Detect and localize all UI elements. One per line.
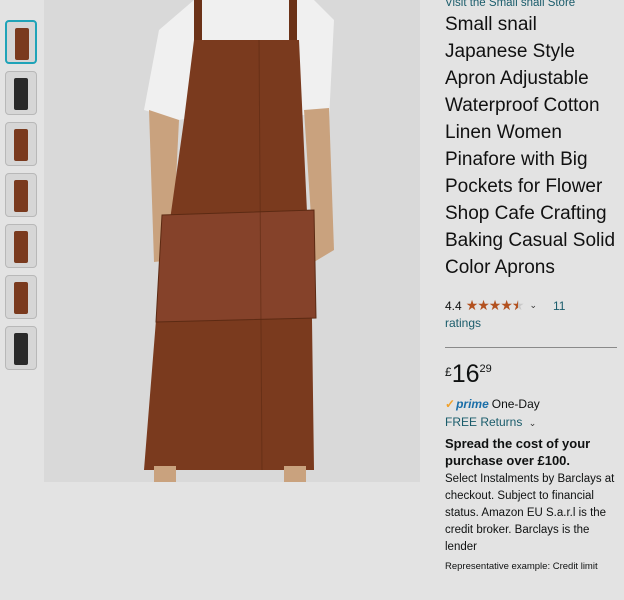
thumbnail-1[interactable] <box>5 20 37 64</box>
instalments-headline: Spread the cost of your purchase over £1… <box>445 436 591 468</box>
price-currency: £ <box>445 365 452 379</box>
representative-example: Representative example: Credit limit <box>445 561 598 572</box>
rating-value: 4.4 <box>445 298 462 313</box>
rating-stars[interactable]: ★★★★★★ <box>466 297 525 314</box>
instalments-detail: Select Instalments by Barclays at checko… <box>445 473 615 553</box>
price-whole: 16 <box>451 360 480 388</box>
thumbnail-strip <box>5 20 41 377</box>
prime-check-icon: ✓ <box>445 397 456 411</box>
product-title: Small snail Japanese Style Apron Adjusta… <box>445 14 616 278</box>
thumbnail-6[interactable] <box>5 275 37 319</box>
ratings-label[interactable]: ratings <box>445 316 621 330</box>
divider <box>445 347 617 348</box>
ratings-count[interactable]: 11 <box>553 299 565 313</box>
thumbnail-4[interactable] <box>5 173 37 217</box>
apron-illustration <box>144 0 334 482</box>
rating-row: 4.4 ★★★★★★ ⌄ 11 <box>445 297 621 314</box>
price: £ 16 29 <box>445 362 621 387</box>
product-info: Visit the Small snail Store Small snail … <box>445 0 621 572</box>
main-product-image[interactable] <box>44 0 420 482</box>
prime-logo: prime <box>456 397 489 411</box>
price-fraction: 29 <box>479 363 492 375</box>
prime-text: One-Day <box>491 397 540 411</box>
prime-delivery[interactable]: ✓ prime One-Day <box>445 397 621 411</box>
thumbnail-2[interactable] <box>5 71 37 115</box>
store-link[interactable]: Visit the Small snail Store <box>445 0 621 10</box>
free-returns[interactable]: FREE Returns ⌄ <box>445 415 621 429</box>
chevron-down-icon[interactable]: ⌄ <box>529 300 537 311</box>
free-returns-label: FREE Returns <box>445 415 523 429</box>
thumbnail-3[interactable] <box>5 122 37 166</box>
thumbnail-5[interactable] <box>5 224 37 268</box>
chevron-down-icon: ⌄ <box>528 418 537 428</box>
thumbnail-7[interactable] <box>5 326 37 370</box>
